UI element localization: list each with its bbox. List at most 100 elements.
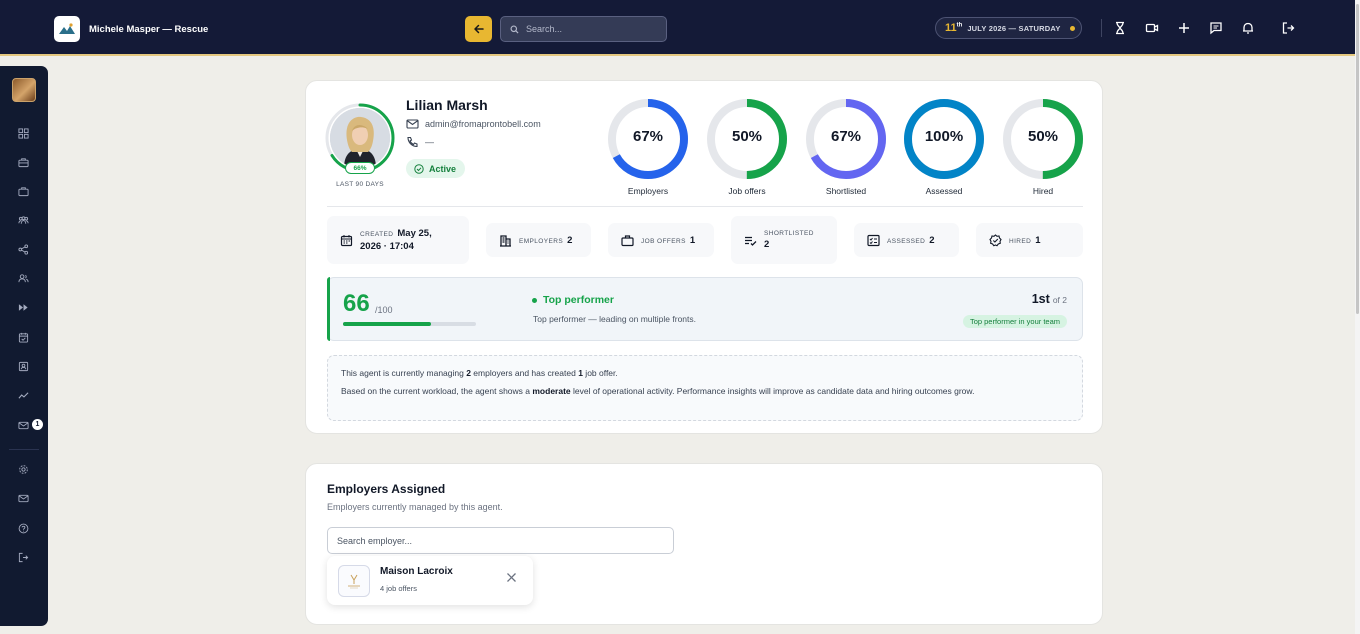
sidebar-item-teams[interactable] xyxy=(17,214,30,227)
section-subtitle: Employers currently managed by this agen… xyxy=(327,502,503,512)
metric-hired: 50% Hired xyxy=(1002,98,1084,198)
sidebar-divider xyxy=(9,449,39,450)
sidebar-item-calendar[interactable] xyxy=(17,331,30,344)
plus-icon[interactable] xyxy=(1176,20,1192,36)
summary-line-2: Based on the current workload, the agent… xyxy=(341,386,975,396)
trend-icon xyxy=(18,392,29,399)
agent-phone-row: — xyxy=(406,136,434,148)
list-check-icon xyxy=(745,236,757,246)
team-icon xyxy=(18,216,29,224)
stat-created: CREATED May 25, 2026 · 17:04 xyxy=(327,216,469,264)
metric-assessed: 100% Assessed xyxy=(903,98,985,198)
calendar-check-icon xyxy=(18,332,29,343)
stat-shortlisted: SHORTLISTED 2 xyxy=(731,216,837,264)
calendar-icon xyxy=(340,234,353,246)
building-icon xyxy=(500,234,511,247)
workload-summary: This agent is currently managing 2 emplo… xyxy=(327,355,1083,421)
agent-email[interactable]: admin@fromaprontobell.com xyxy=(425,119,541,129)
hourglass-icon[interactable] xyxy=(1112,20,1128,36)
remove-employer-button[interactable] xyxy=(504,570,518,584)
stat-assessed: ASSESSED 2 xyxy=(854,223,959,257)
back-button[interactable] xyxy=(465,16,492,42)
metric-label: Employers xyxy=(627,186,669,196)
user-avatar[interactable] xyxy=(12,78,36,102)
sidebar-item-employers[interactable] xyxy=(17,156,30,169)
global-search[interactable] xyxy=(500,16,667,42)
scrollbar-thumb[interactable] xyxy=(1356,4,1359,314)
sidebar-item-inbox[interactable] xyxy=(17,492,30,505)
sidebar-item-messages[interactable] xyxy=(17,419,30,432)
search-icon xyxy=(510,24,519,34)
metric-label: Hired xyxy=(1032,186,1054,196)
brand[interactable]: Michele Masper — Rescue xyxy=(54,16,208,42)
employers-assigned-card: Employers Assigned Employers currently m… xyxy=(305,463,1103,625)
sidebar-item-logout[interactable] xyxy=(17,551,30,564)
agent-name: Lilian Marsh xyxy=(406,97,488,113)
topbar-divider xyxy=(1101,19,1102,37)
employer-item[interactable]: Maison Lacroix 4 job offers xyxy=(327,556,533,605)
sidebar-item-jobs[interactable] xyxy=(17,185,30,198)
checklist-icon xyxy=(867,234,880,246)
messages-badge: 1 xyxy=(32,419,43,430)
metric-shortlisted: 67% Shortlisted xyxy=(805,98,887,198)
metric-employers: 67% Employers xyxy=(607,98,689,198)
sidebar-item-users[interactable] xyxy=(17,272,30,285)
employer-job-count: 4 job offers xyxy=(380,584,417,593)
search-input[interactable] xyxy=(526,24,656,34)
brand-logo xyxy=(54,16,80,42)
stat-job-offers: JOB OFFERS 1 xyxy=(608,223,714,257)
avatar-photo xyxy=(330,108,390,168)
inbox-icon xyxy=(18,494,29,503)
employer-name: Maison Lacroix xyxy=(380,566,453,577)
agent-email-row: admin@fromaprontobell.com xyxy=(406,118,541,130)
sidebar-item-dashboard[interactable] xyxy=(17,127,30,140)
badge-check-icon xyxy=(989,233,1002,246)
date-day: 11th xyxy=(945,22,963,34)
video-icon[interactable] xyxy=(1144,20,1160,36)
logout-icon xyxy=(18,552,29,563)
sidebar-item-help[interactable] xyxy=(17,522,30,535)
sidebar-item-share[interactable] xyxy=(17,243,30,256)
metric-value: 50% xyxy=(1027,128,1059,145)
jobs-icon xyxy=(18,187,29,197)
sidebar-item-settings[interactable] xyxy=(17,463,30,476)
briefcase-icon xyxy=(18,158,29,168)
team-rank: 1st of 2 xyxy=(1031,292,1067,306)
avatar-score-badge: 66% xyxy=(345,162,375,174)
period-caption: LAST 90 DAYS xyxy=(336,181,384,188)
metric-label: Shortlisted xyxy=(825,186,867,196)
performance-title: Top performer xyxy=(532,294,614,306)
metric-label: Job offers xyxy=(728,186,766,196)
date-status-dot xyxy=(1069,25,1075,31)
stat-employers: EMPLOYERS 2 xyxy=(486,223,591,257)
share-icon xyxy=(18,244,29,255)
agent-profile-card: 66% LAST 90 DAYS Lilian Marsh admin@from… xyxy=(305,80,1103,434)
employer-logo xyxy=(338,565,370,597)
brand-name: Michele Masper — Rescue xyxy=(89,23,209,35)
sidebar: 1 xyxy=(0,66,48,626)
performance-score-panel: 66 /100 Top performer Top performer — le… xyxy=(327,277,1083,341)
phone-icon xyxy=(407,136,418,148)
metric-value: 100% xyxy=(924,128,964,145)
top-bar: Michele Masper — Rescue 11th JULY 2026 —… xyxy=(0,0,1355,56)
bell-icon[interactable] xyxy=(1240,20,1256,36)
metric-value: 67% xyxy=(830,128,862,145)
sidebar-item-analytics[interactable] xyxy=(17,389,30,402)
settings-icon xyxy=(19,465,28,474)
fast-forward-icon xyxy=(18,304,28,311)
section-title: Employers Assigned xyxy=(327,482,446,496)
metric-job-offers: 50% Job offers xyxy=(706,98,788,198)
performance-subtitle: Top performer — leading on multiple fron… xyxy=(533,314,696,324)
employer-search-input[interactable] xyxy=(327,527,674,554)
score-progress-track xyxy=(343,322,476,326)
metric-value: 67% xyxy=(632,128,664,145)
sidebar-item-contacts[interactable] xyxy=(17,360,30,373)
chat-icon[interactable] xyxy=(1208,20,1224,36)
summary-line-1: This agent is currently managing 2 emplo… xyxy=(341,368,618,378)
sidebar-item-pipeline[interactable] xyxy=(17,301,30,314)
rank-badge: Top performer in your team xyxy=(962,315,1067,328)
mail-icon xyxy=(18,421,29,430)
page-scrollbar[interactable] xyxy=(1355,0,1360,634)
logout-icon[interactable] xyxy=(1280,20,1296,36)
contact-card-icon xyxy=(18,361,29,372)
